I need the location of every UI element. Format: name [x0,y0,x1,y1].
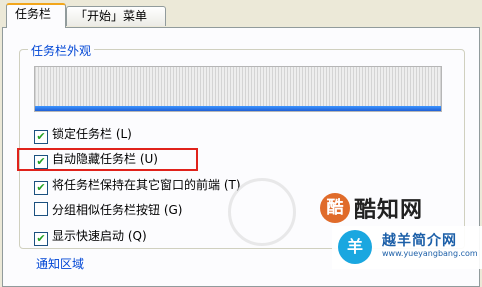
watermark-site: 酷 酷知网 [320,192,423,224]
option-quick-launch[interactable]: ✔ 显示快速启动 (Q) [34,227,147,246]
preview-taskbar-strip [35,106,441,111]
option-lock-taskbar[interactable]: ✔ 锁定任务栏 (L) [34,125,132,144]
option-label: 分组相似任务栏按钮 (G) [52,203,183,217]
watermark-name: 酷知网 [354,198,424,223]
watermark-swirl-icon [228,178,296,246]
checkbox-lock-taskbar[interactable]: ✔ [34,130,48,144]
tab-strip: 任务栏 「开始」菜单 [0,0,482,28]
option-label: 显示快速启动 (Q) [52,229,147,243]
highlight-box [17,148,198,171]
option-keep-on-top[interactable]: ✔ 将任务栏保持在其它窗口的前端 (T) [34,176,241,195]
option-label: 将任务栏保持在其它窗口的前端 (T) [52,178,241,192]
option-group-buttons[interactable]: 分组相似任务栏按钮 (G) [34,201,182,219]
corner-watermark-name: 越羊简介网 [382,233,457,249]
checkbox-keep-on-top[interactable]: ✔ [34,181,48,195]
watermark-logo-icon: 酷 [320,193,350,223]
checkbox-group-buttons[interactable] [34,202,48,216]
group-title: 任务栏外观 [28,42,95,59]
corner-watermark: 羊 越羊简介网 www.yueyangbang.com [332,226,482,269]
tab-taskbar[interactable]: 任务栏 [6,3,66,28]
option-label: 锁定任务栏 (L) [52,127,132,141]
tab-start-menu[interactable]: 「开始」菜单 [66,6,166,26]
notification-area-group-title: 通知区域 [33,255,88,272]
corner-watermark-url: www.yueyangbang.com [382,249,478,258]
checkbox-quick-launch[interactable]: ✔ [34,232,48,246]
taskbar-preview [34,66,442,112]
corner-logo-icon: 羊 [338,230,372,264]
